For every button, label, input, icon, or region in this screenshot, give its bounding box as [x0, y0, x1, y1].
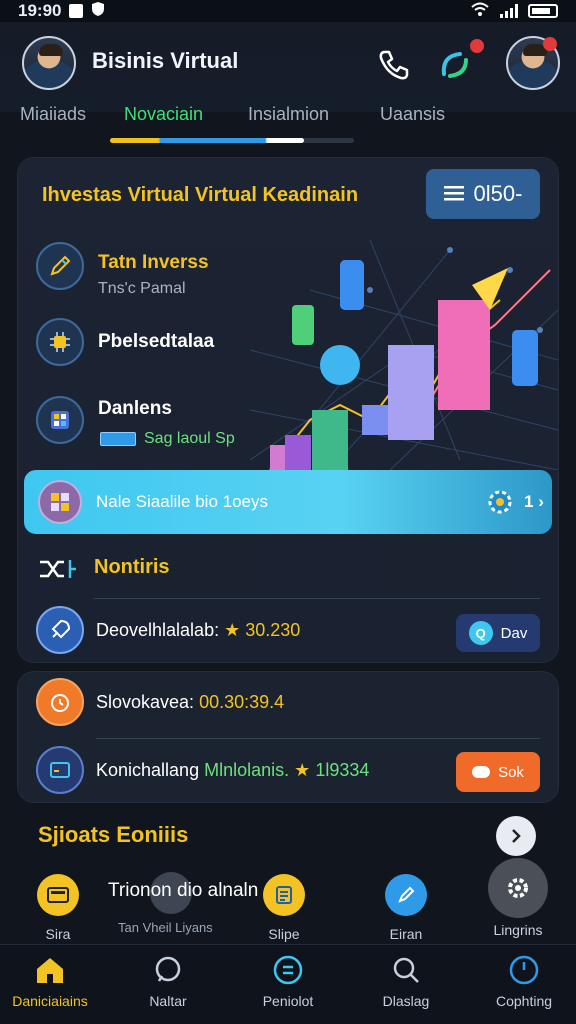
- row-sub-3-wrap: Sag laoul Sp: [100, 430, 235, 448]
- row-sub-3: Sag laoul Sp: [144, 430, 235, 447]
- row-title-3: Danlens: [98, 398, 172, 419]
- list-row-button-label: Dav: [500, 624, 528, 642]
- banner-grid-icon: [38, 480, 82, 524]
- cloud-icon: [472, 766, 491, 778]
- settings-gear-icon: [508, 878, 528, 898]
- star-icon: ★: [224, 620, 241, 640]
- card-icon: [36, 746, 84, 794]
- status-bar: 19:90: [0, 0, 576, 22]
- shuffle-icon: [38, 556, 78, 587]
- q-icon: Q: [468, 621, 493, 645]
- banner-count[interactable]: 1 ›: [524, 492, 544, 512]
- quick-item-slipe[interactable]: Slipe: [256, 874, 312, 942]
- nav-peniolot[interactable]: Peniolot: [238, 955, 338, 1009]
- quick-item-lingrins-label: Lingrins: [493, 922, 543, 938]
- section2-title: Sjioats Eoniiis: [38, 822, 189, 847]
- list-row-label: Deovelhlalalab:: [96, 620, 220, 640]
- quick-item-sira[interactable]: Sira: [30, 874, 86, 942]
- avatar[interactable]: [22, 36, 76, 90]
- row-sub-1: Tns'c Pamal: [98, 280, 186, 297]
- investment-illustration: [249, 230, 559, 471]
- nav-home[interactable]: Daniciaiains: [0, 955, 100, 1009]
- timer-icon: [36, 678, 84, 726]
- nav-cophting-label: Cophting: [495, 993, 553, 1009]
- stats-row-2-label2: Mlnlolanis.: [204, 760, 290, 780]
- document-icon: [263, 874, 305, 916]
- stats-row-1: Slovokavea: 00.30:39.4: [96, 692, 284, 713]
- search-icon: [393, 957, 419, 983]
- nav-peniolot-label: Peniolot: [262, 993, 314, 1009]
- power-icon: [509, 955, 539, 985]
- card-chip-icon: [100, 432, 136, 446]
- status-time: 19:90: [18, 1, 62, 20]
- nav-dlaslag-label: Dlaslag: [382, 993, 430, 1009]
- banner-text: Nale Siaalile bio 1oeys: [96, 492, 268, 511]
- star-icon-2: ★: [294, 760, 311, 780]
- phone-icon[interactable]: [374, 44, 414, 84]
- balance-button[interactable]: 0l50-: [426, 169, 540, 219]
- tab-insialmion[interactable]: Insialmion: [248, 104, 329, 125]
- home-icon: [37, 958, 63, 983]
- tab-indicator: [110, 138, 304, 143]
- balance-value: 0l50-: [473, 181, 523, 206]
- app-header: [0, 22, 576, 112]
- chat-bubble-icon: [155, 956, 181, 982]
- stats-row-1-value: 00.30:39.4: [199, 692, 285, 712]
- quick-mid-text: Trionon dio alnaln: [108, 880, 259, 901]
- nav-dlaslag[interactable]: Dlaslag: [356, 955, 456, 1009]
- quick-item-slipe-label: Slipe: [268, 926, 300, 942]
- row-title-1: Tatn Inverss: [98, 252, 209, 273]
- nav-home-label: Daniciaiains: [12, 993, 88, 1009]
- section-title: Nontiris: [94, 556, 170, 578]
- bottom-nav: Daniciaiains Naltar Peniolot Dlaslag Cop…: [0, 944, 576, 1024]
- stats-row-2-button-label: Sok: [498, 763, 524, 781]
- quick-mid-sub: Tan Vheil Liyans: [118, 920, 213, 935]
- tab-uaansis[interactable]: Uaansis: [380, 104, 445, 125]
- divider: [94, 598, 540, 599]
- quick-item-eiran[interactable]: Eiran: [378, 874, 434, 942]
- row-title-2: Pbelsedtalaa: [98, 331, 215, 352]
- signal-icon: [500, 4, 518, 18]
- card-title: Ihvestas Virtual Virtual Keadinain: [42, 184, 359, 206]
- stats-row-2-value: 1l9334: [315, 760, 370, 780]
- shield-icon: [91, 1, 105, 22]
- list-row-value: 30.230: [245, 620, 301, 640]
- nav-naltar[interactable]: Naltar: [118, 955, 218, 1009]
- nav-cophting[interactable]: Cophting: [474, 955, 574, 1009]
- wallet-icon: [37, 874, 79, 916]
- list-row-text: Deovelhlalalab: ★ 30.230: [96, 620, 300, 641]
- promo-banner[interactable]: Nale Siaalile bio 1oeys 1 ›: [24, 470, 552, 534]
- grid-circle-icon: [273, 955, 303, 985]
- tab-miaiiads[interactable]: Miaiiads: [20, 104, 86, 125]
- quick-item-sira-label: Sira: [45, 926, 71, 942]
- quick-item-eiran-label: Eiran: [389, 926, 423, 942]
- pen-icon: [36, 242, 84, 290]
- divider-2: [96, 738, 540, 739]
- profile-badge: [543, 37, 557, 51]
- rocket-icon: [36, 606, 84, 654]
- stats-row-2: Konichallang Mlnlolanis. ★ 1l9334: [96, 760, 369, 781]
- menu-icon: [443, 181, 464, 207]
- list-row-button[interactable]: Q Dav: [456, 614, 540, 652]
- chip-icon: [36, 318, 84, 366]
- calculator-icon: [36, 396, 84, 444]
- nav-naltar-label: Naltar: [149, 993, 187, 1009]
- tab-novaciain[interactable]: Novaciain: [124, 104, 203, 125]
- notification-badge: [468, 37, 486, 55]
- wifi-icon: [470, 1, 490, 22]
- settings-fab[interactable]: [488, 858, 548, 918]
- battery-icon: [528, 4, 558, 18]
- banner-count-value: 1: [524, 492, 534, 511]
- pen-blue-icon: [385, 874, 427, 916]
- stats-row-2-label: Konichallang: [96, 760, 200, 780]
- notification-icon: [69, 4, 84, 18]
- chevron-right-icon: ›: [538, 492, 544, 511]
- app-title: Bisinis Virtual: [92, 48, 239, 73]
- quick-item-lingrins[interactable]: Lingrins: [488, 922, 548, 938]
- stats-row-2-button[interactable]: Sok: [456, 752, 540, 792]
- chevron-right-icon-2: [512, 829, 521, 843]
- chevron-right-button[interactable]: [496, 816, 536, 856]
- stats-row-1-label: Slovokavea:: [96, 692, 195, 712]
- gear-icon[interactable]: [484, 486, 516, 518]
